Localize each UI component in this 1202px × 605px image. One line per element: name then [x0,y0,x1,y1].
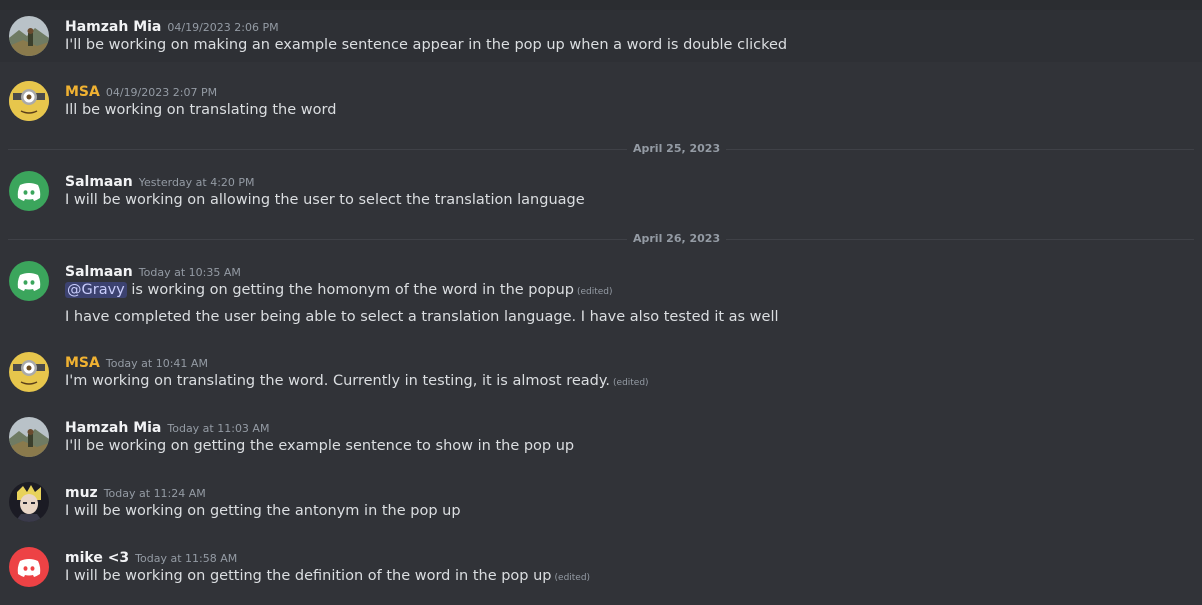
message-text-line: is working on getting the homonym of the… [126,282,574,298]
discord-default-red-avatar[interactable] [9,547,49,587]
author-name[interactable]: muz [65,485,98,501]
message-text-line: I will be working on getting the definit… [65,568,552,584]
message[interactable]: Hamzah Mia Today at 11:03 AM I'll be work… [0,411,1202,463]
author-name[interactable]: Salmaan [65,174,133,190]
date-divider-label: April 25, 2023 [627,142,727,155]
message-text: I have completed the user being able to … [65,309,779,325]
message[interactable]: muz Today at 11:24 AM I will be working o… [0,476,1202,528]
timestamp[interactable]: Today at 10:41 AM [106,357,208,370]
timestamp[interactable]: 04/19/2023 2:06 PM [167,21,278,34]
message-text: I'll be working on getting the example s… [65,438,575,454]
top-strip [0,0,1202,10]
message[interactable]: Hamzah Mia 04/19/2023 2:06 PM I'll be wor… [0,10,1202,62]
author-name[interactable]: MSA [65,355,100,371]
timestamp[interactable]: Yesterday at 4:20 PM [139,176,255,189]
timestamp[interactable]: Today at 10:35 AM [139,266,241,279]
discord-default-green-avatar[interactable] [9,261,49,301]
message-text: I will be working on getting the antonym… [65,503,461,519]
author-name[interactable]: mike <3 [65,550,129,566]
date-divider [8,239,1194,240]
author-name[interactable]: MSA [65,84,100,100]
timestamp[interactable]: Today at 11:24 AM [104,487,206,500]
minion-avatar[interactable] [9,81,49,121]
message-text: I'll be working on making an example sen… [65,37,788,53]
landscape-photo-avatar[interactable] [9,16,49,56]
edited-label: (edited) [554,573,591,583]
author-name[interactable]: Salmaan [65,264,133,280]
author-name[interactable]: Hamzah Mia [65,420,161,436]
message[interactable]: MSA Today at 10:41 AM I'm working on tran… [0,346,1202,398]
edited-label: (edited) [576,287,613,297]
date-divider-label: April 26, 2023 [627,232,727,245]
date-divider [8,149,1194,150]
message[interactable]: mike <3 Today at 11:58 AM I will be worki… [0,541,1202,593]
message-text: I will be working on allowing the user t… [65,192,585,208]
message-text: Ill be working on translating the word [65,102,337,118]
timestamp[interactable]: Today at 11:58 AM [135,552,237,565]
anime-character-avatar[interactable] [9,482,49,522]
author-name[interactable]: Hamzah Mia [65,19,161,35]
discord-default-green-avatar[interactable] [9,171,49,211]
message[interactable]: Salmaan Yesterday at 4:20 PM I will be wo… [0,165,1202,217]
message-text: I'm working on translating the word. Cur… [65,373,649,389]
minion-avatar[interactable] [9,352,49,392]
message-text: I will be working on getting the definit… [65,568,590,584]
message[interactable]: Salmaan Today at 10:35 AM @Gravy is worki… [0,255,1202,335]
message-text-line: I'm working on translating the word. Cur… [65,373,611,389]
timestamp[interactable]: Today at 11:03 AM [167,422,269,435]
message[interactable]: MSA 04/19/2023 2:07 PM Ill be working on … [0,75,1202,127]
edited-label: (edited) [613,378,649,388]
landscape-photo-avatar[interactable] [9,417,49,457]
user-mention[interactable]: @Gravy [65,282,127,298]
message-text: @Gravy is working on getting the homonym… [65,282,613,298]
timestamp[interactable]: 04/19/2023 2:07 PM [106,86,217,99]
